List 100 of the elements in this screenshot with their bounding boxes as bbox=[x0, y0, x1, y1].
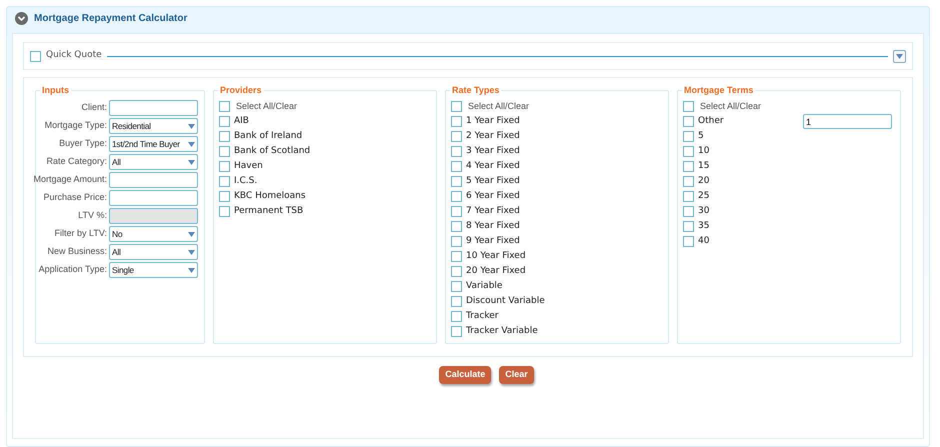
checkbox[interactable] bbox=[683, 101, 694, 112]
checkbox-label: 20 bbox=[698, 174, 710, 188]
checkbox[interactable] bbox=[451, 101, 462, 112]
caret-icon bbox=[188, 124, 195, 128]
checkbox[interactable] bbox=[219, 131, 230, 142]
checkbox-label: 10 bbox=[698, 144, 710, 158]
checkbox[interactable] bbox=[683, 206, 694, 217]
panel-title: Mortgage Repayment Calculator bbox=[34, 12, 188, 26]
action-button[interactable]: Calculate bbox=[439, 366, 492, 384]
checkbox-label: 35 bbox=[698, 220, 710, 233]
field-label: Purchase Price: bbox=[43, 191, 107, 204]
checkbox-label: 7 Year Fixed bbox=[466, 204, 520, 218]
dropdown[interactable]: Single bbox=[109, 262, 198, 278]
checkbox[interactable] bbox=[30, 50, 41, 62]
caret-icon bbox=[188, 142, 195, 146]
checkbox-label: 5 Year Fixed bbox=[466, 174, 520, 188]
section-legend: Inputs bbox=[40, 84, 71, 96]
checkbox-label: Select All/Clear bbox=[236, 100, 298, 113]
checkbox[interactable] bbox=[451, 251, 462, 262]
dropdown-value: No bbox=[112, 228, 122, 240]
section-legend: Providers bbox=[218, 84, 264, 96]
field-label: Filter by LTV: bbox=[54, 227, 107, 240]
text-field[interactable] bbox=[109, 100, 198, 116]
checkbox[interactable] bbox=[683, 236, 694, 247]
checkbox[interactable] bbox=[451, 296, 462, 307]
checkbox[interactable] bbox=[683, 116, 694, 127]
checkbox[interactable] bbox=[219, 176, 230, 187]
checkbox[interactable] bbox=[451, 206, 462, 217]
section-legend: Rate Types bbox=[450, 84, 502, 96]
section-legend: Mortgage Terms bbox=[682, 84, 756, 96]
expand-toggle[interactable] bbox=[893, 50, 906, 62]
checkbox[interactable] bbox=[451, 131, 462, 142]
dropdown[interactable]: 1st/2nd Time Buyer bbox=[109, 136, 198, 152]
checkbox-label: 2 Year Fixed bbox=[466, 130, 520, 143]
checkbox[interactable] bbox=[451, 266, 462, 277]
text-field[interactable]: 1 bbox=[803, 114, 892, 129]
dropdown-value: 1st/2nd Time Buyer bbox=[112, 138, 180, 150]
text-field[interactable] bbox=[109, 172, 198, 188]
checkbox-label: Bank of Ireland bbox=[234, 130, 302, 143]
checkbox-label: 4 Year Fixed bbox=[466, 160, 520, 173]
checkbox[interactable] bbox=[683, 161, 694, 172]
quick-quote-label: Quick Quote bbox=[46, 49, 102, 62]
checkbox[interactable] bbox=[451, 326, 462, 337]
checkbox-label: Bank of Scotland bbox=[234, 144, 310, 158]
collapse-icon[interactable] bbox=[15, 12, 28, 24]
field-label: Client: bbox=[81, 101, 107, 114]
dropdown[interactable]: All bbox=[109, 154, 198, 170]
checkbox[interactable] bbox=[451, 221, 462, 232]
checkbox-label: Tracker bbox=[466, 310, 498, 323]
checkbox-label: Haven bbox=[234, 160, 263, 173]
checkbox-label: Select All/Clear bbox=[700, 100, 762, 113]
checkbox-label: 5 bbox=[698, 130, 704, 143]
caret-icon bbox=[896, 54, 903, 58]
checkbox[interactable] bbox=[219, 191, 230, 202]
checkbox[interactable] bbox=[451, 146, 462, 157]
field-label: New Business: bbox=[47, 245, 107, 258]
dropdown[interactable]: All bbox=[109, 244, 198, 260]
checkbox-label: Variable bbox=[466, 280, 502, 293]
checkbox[interactable] bbox=[451, 236, 462, 247]
checkbox[interactable] bbox=[451, 161, 462, 172]
checkbox-label: 15 bbox=[698, 160, 710, 173]
checkbox[interactable] bbox=[219, 101, 230, 112]
checkbox[interactable] bbox=[219, 146, 230, 157]
checkbox-label: Permanent TSB bbox=[234, 204, 304, 218]
checkbox-label: 25 bbox=[698, 190, 710, 203]
caret-icon bbox=[188, 232, 195, 236]
dropdown-value: All bbox=[112, 156, 121, 168]
dropdown[interactable]: No bbox=[109, 226, 198, 242]
checkbox-label: 20 Year Fixed bbox=[466, 264, 526, 278]
checkbox[interactable] bbox=[683, 221, 694, 232]
checkbox[interactable] bbox=[219, 161, 230, 172]
caret-icon bbox=[188, 160, 195, 164]
checkbox[interactable] bbox=[219, 206, 230, 217]
checkbox[interactable] bbox=[683, 146, 694, 157]
checkbox[interactable] bbox=[683, 131, 694, 142]
checkbox[interactable] bbox=[451, 311, 462, 322]
field-label: Mortgage Type: bbox=[44, 119, 107, 132]
field-label: LTV %: bbox=[78, 209, 107, 222]
checkbox[interactable] bbox=[451, 281, 462, 292]
checkbox-label: 6 Year Fixed bbox=[466, 190, 520, 203]
text-field[interactable] bbox=[109, 190, 198, 206]
checkbox-label: 40 bbox=[698, 234, 710, 248]
dropdown[interactable]: Residential bbox=[109, 118, 198, 134]
checkbox[interactable] bbox=[451, 176, 462, 187]
checkbox-label: KBC Homeloans bbox=[234, 190, 306, 203]
dropdown-value: All bbox=[112, 246, 121, 258]
field-label: Buyer Type: bbox=[59, 137, 107, 150]
checkbox-label: AIB bbox=[234, 114, 249, 128]
checkbox[interactable] bbox=[683, 191, 694, 202]
field-label: Rate Category: bbox=[46, 155, 107, 168]
caret-icon bbox=[188, 250, 195, 254]
checkbox-label: Select All/Clear bbox=[468, 100, 530, 113]
checkbox-label: Other bbox=[698, 114, 724, 128]
action-button[interactable]: Clear bbox=[499, 366, 534, 384]
checkbox-label: 1 Year Fixed bbox=[466, 114, 520, 128]
checkbox[interactable] bbox=[683, 176, 694, 187]
checkbox[interactable] bbox=[451, 116, 462, 127]
checkbox-label: I.C.S. bbox=[234, 174, 258, 188]
checkbox[interactable] bbox=[451, 191, 462, 202]
checkbox[interactable] bbox=[219, 116, 230, 127]
